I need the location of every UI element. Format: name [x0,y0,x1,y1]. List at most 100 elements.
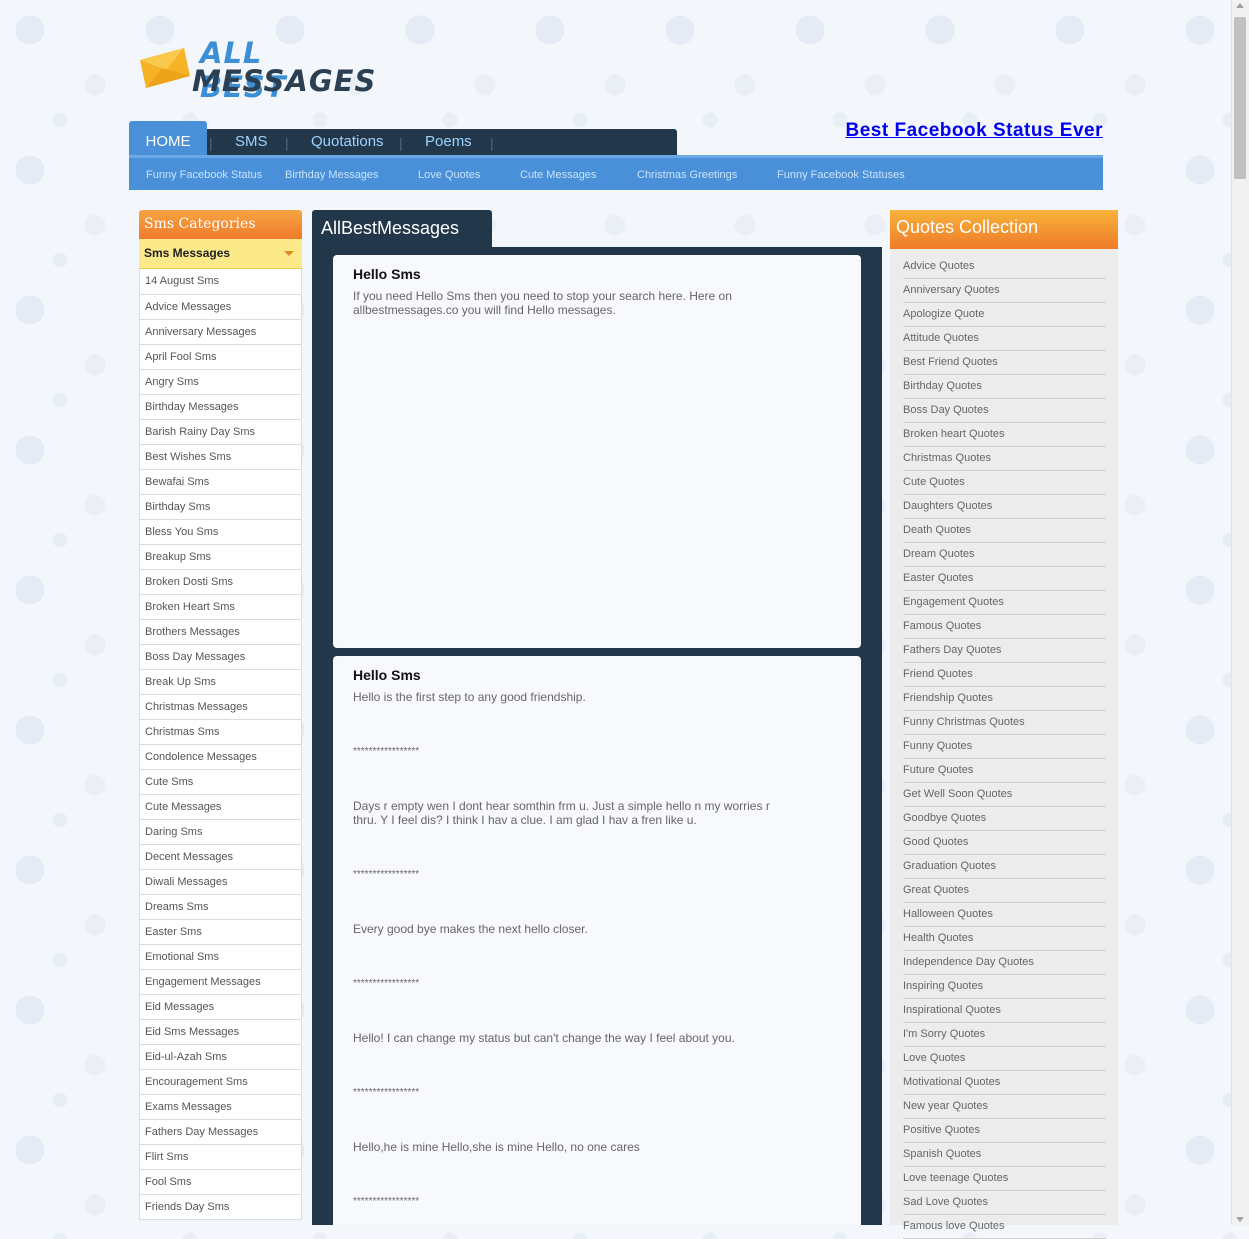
scroll-down-icon[interactable] [1236,1217,1244,1222]
quote-category-item[interactable]: Engagement Quotes [903,591,1106,615]
sms-messages-dropdown[interactable]: Sms Messages [139,239,302,269]
sms-category-item[interactable]: Christmas Messages [140,695,301,720]
sms-category-item[interactable]: Broken Dosti Sms [140,570,301,595]
quote-category-item[interactable]: Friendship Quotes [903,687,1106,711]
sms-category-item[interactable]: Bewafai Sms [140,470,301,495]
quote-category-item[interactable]: Famous love Quotes [903,1215,1106,1239]
quote-category-item[interactable]: Friend Quotes [903,663,1106,687]
sms-category-item[interactable]: Advice Messages [140,295,301,320]
subnav-love-quotes[interactable]: Love Quotes [418,169,480,181]
quote-category-item[interactable]: Inspirational Quotes [903,999,1106,1023]
sms-category-item[interactable]: Exams Messages [140,1095,301,1120]
sms-category-item[interactable]: Bless You Sms [140,520,301,545]
scrollbar-thumb[interactable] [1234,17,1246,179]
sms-category-item[interactable]: Barish Rainy Day Sms [140,420,301,445]
sms-category-item[interactable]: Fool Sms [140,1170,301,1195]
quote-category-item[interactable]: Future Quotes [903,759,1106,783]
sms-category-item[interactable]: Daring Sms [140,820,301,845]
subnav-birthday-messages[interactable]: Birthday Messages [285,169,379,181]
sms-category-item[interactable]: Condolence Messages [140,745,301,770]
sms-category-item[interactable]: Breakup Sms [140,545,301,570]
quote-category-item[interactable]: I'm Sorry Quotes [903,1023,1106,1047]
quote-category-item[interactable]: Boss Day Quotes [903,399,1106,423]
quote-category-item[interactable]: Independence Day Quotes [903,951,1106,975]
quote-category-item[interactable]: Funny Quotes [903,735,1106,759]
sms-category-item[interactable]: 14 August Sms [140,269,301,295]
sms-category-item[interactable]: Eid-ul-Azah Sms [140,1045,301,1070]
quote-category-item[interactable]: Motivational Quotes [903,1071,1106,1095]
sms-category-item[interactable]: Eid Messages [140,995,301,1020]
sms-category-item[interactable]: Brothers Messages [140,620,301,645]
sms-category-item[interactable]: Eid Sms Messages [140,1020,301,1045]
quote-category-item[interactable]: Broken heart Quotes [903,423,1106,447]
quote-category-item[interactable]: Famous Quotes [903,615,1106,639]
sms-category-item[interactable]: Best Wishes Sms [140,445,301,470]
nav-separator: | [285,135,289,151]
sms-category-item[interactable]: Boss Day Messages [140,645,301,670]
sms-category-item[interactable]: Flirt Sms [140,1145,301,1170]
quote-category-item[interactable]: Positive Quotes [903,1119,1106,1143]
quote-category-item[interactable]: Get Well Soon Quotes [903,783,1106,807]
facebook-status-link[interactable]: Best Facebook Status Ever [846,120,1103,142]
sms-category-item[interactable]: Diwali Messages [140,870,301,895]
sms-category-item[interactable]: April Fool Sms [140,345,301,370]
quote-category-item[interactable]: Spanish Quotes [903,1143,1106,1167]
sms-category-item[interactable]: Break Up Sms [140,670,301,695]
quote-category-item[interactable]: Health Quotes [903,927,1106,951]
quote-category-item[interactable]: Goodbye Quotes [903,807,1106,831]
nav-poems[interactable]: Poems [425,133,472,150]
sms-category-item[interactable]: Friends Day Sms [140,1195,301,1220]
sms-category-item[interactable]: Fathers Day Messages [140,1120,301,1145]
quote-category-item[interactable]: Apologize Quote [903,303,1106,327]
quote-category-item[interactable]: Death Quotes [903,519,1106,543]
subnav-funny-facebook-statuses[interactable]: Funny Facebook Statuses [777,169,905,181]
nav-home[interactable]: HOME [129,121,207,158]
quote-category-item[interactable]: Birthday Quotes [903,375,1106,399]
quote-category-item[interactable]: Great Quotes [903,879,1106,903]
sms-category-item[interactable]: Broken Heart Sms [140,595,301,620]
quote-category-item[interactable]: Anniversary Quotes [903,279,1106,303]
scroll-up-icon[interactable] [1236,3,1244,8]
quote-category-item[interactable]: Fathers Day Quotes [903,639,1106,663]
nav-quotations[interactable]: Quotations [311,133,384,150]
quote-category-item[interactable]: Sad Love Quotes [903,1191,1106,1215]
sms-category-item[interactable]: Anniversary Messages [140,320,301,345]
nav-sms[interactable]: SMS [235,133,268,150]
quote-category-item[interactable]: New year Quotes [903,1095,1106,1119]
quote-category-item[interactable]: Easter Quotes [903,567,1106,591]
sms-category-item[interactable]: Cute Messages [140,795,301,820]
quote-category-item[interactable]: Best Friend Quotes [903,351,1106,375]
quote-category-item[interactable]: Attitude Quotes [903,327,1106,351]
site-logo[interactable]: ALL BEST MESSAGES [138,36,375,104]
sms-category-item[interactable]: Easter Sms [140,920,301,945]
quote-category-item[interactable]: Halloween Quotes [903,903,1106,927]
quote-category-item[interactable]: Dream Quotes [903,543,1106,567]
quote-category-item[interactable]: Advice Quotes [903,255,1106,279]
sms-category-item[interactable]: Dreams Sms [140,895,301,920]
quote-category-item[interactable]: Love teenage Quotes [903,1167,1106,1191]
subnav-cute-messages[interactable]: Cute Messages [520,169,596,181]
quote-category-item[interactable]: Love Quotes [903,1047,1106,1071]
sms-category-item[interactable]: Birthday Messages [140,395,301,420]
quotes-list: Advice Quotes Anniversary Quotes Apologize… [903,255,1106,1239]
quote-category-item[interactable]: Funny Christmas Quotes [903,711,1106,735]
quote-category-item[interactable]: Inspiring Quotes [903,975,1106,999]
subnav-funny-facebook-status[interactable]: Funny Facebook Status [146,169,262,181]
nav-separator: | [209,135,213,151]
quote-category-item[interactable]: Daughters Quotes [903,495,1106,519]
sms-category-item[interactable]: Decent Messages [140,845,301,870]
card-text: If you need Hello Sms then you need to s… [353,289,732,317]
quote-category-item[interactable]: Cute Quotes [903,471,1106,495]
quote-category-item[interactable]: Good Quotes [903,831,1106,855]
sms-category-item[interactable]: Angry Sms [140,370,301,395]
quote-category-item[interactable]: Christmas Quotes [903,447,1106,471]
quote-category-item[interactable]: Graduation Quotes [903,855,1106,879]
sms-category-item[interactable]: Birthday Sms [140,495,301,520]
sms-category-item[interactable]: Emotional Sms [140,945,301,970]
sms-category-item[interactable]: Christmas Sms [140,720,301,745]
sms-category-item[interactable]: Engagement Messages [140,970,301,995]
sms-category-item[interactable]: Encouragement Sms [140,1070,301,1095]
subnav-christmas-greetings[interactable]: Christmas Greetings [637,169,737,181]
sms-category-item[interactable]: Cute Sms [140,770,301,795]
page-scrollbar[interactable] [1231,0,1249,1225]
